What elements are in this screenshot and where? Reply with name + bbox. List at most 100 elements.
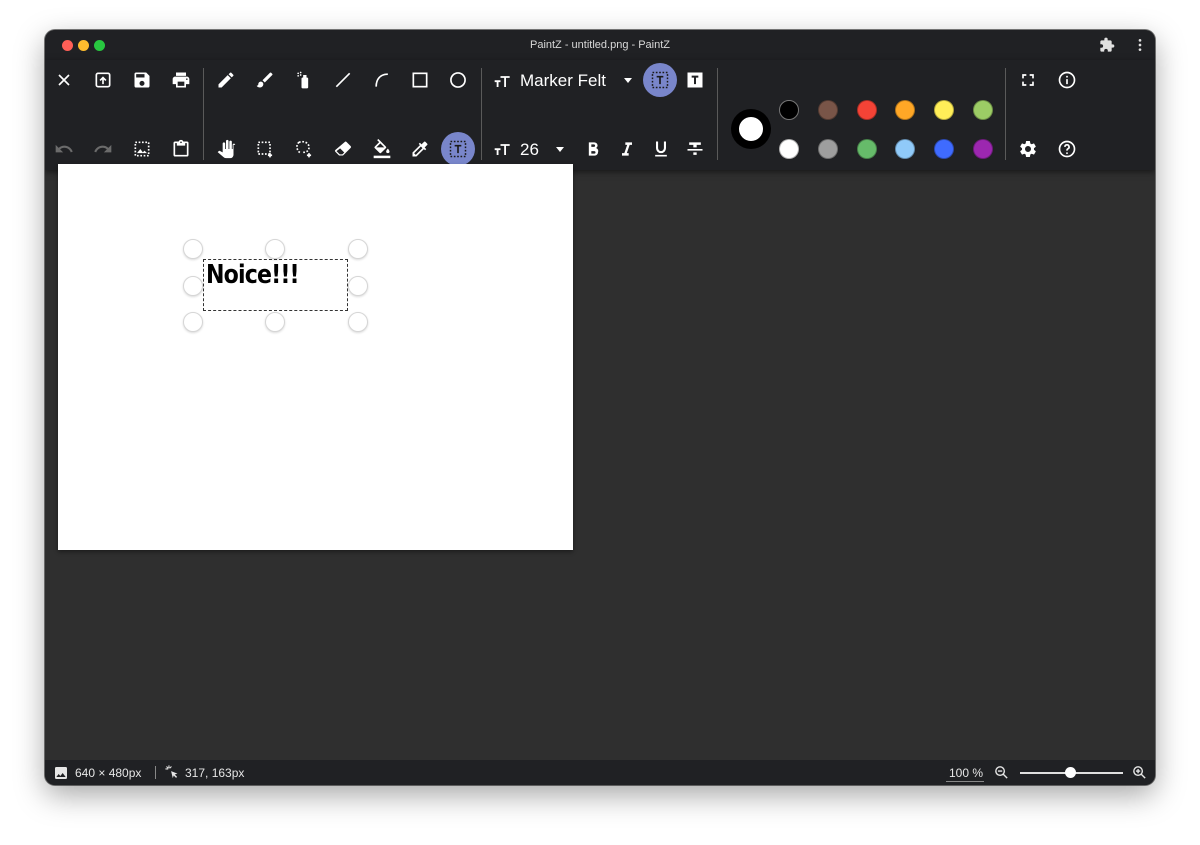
close-file-button[interactable] [47, 63, 81, 97]
color-swatch[interactable] [973, 100, 993, 120]
text-box-content[interactable]: Noice!!! [206, 260, 300, 290]
bold-button[interactable] [576, 132, 610, 166]
freeform-select-tool-button[interactable] [287, 132, 321, 166]
brush-icon [256, 72, 273, 88]
color-swatch[interactable] [779, 100, 799, 120]
current-color-indicator[interactable] [732, 110, 770, 148]
help-button[interactable] [1050, 132, 1084, 166]
font-size-select[interactable]: 26 [520, 140, 539, 160]
print-button[interactable] [164, 63, 198, 97]
text-opaque-bg-button[interactable] [678, 63, 712, 97]
info-icon [1058, 71, 1076, 89]
image-size-label: 640 × 480px [75, 766, 142, 780]
color-swatch[interactable] [934, 139, 955, 159]
drawing-canvas[interactable]: Noice!!! [58, 164, 573, 550]
image-properties-button[interactable] [125, 132, 159, 166]
text-box[interactable]: Noice!!! [203, 259, 348, 311]
color-swatch[interactable] [817, 100, 838, 120]
status-separator [155, 766, 156, 779]
zoom-level-underline [946, 781, 984, 782]
extensions-icon[interactable] [1099, 37, 1115, 53]
ellipse-tool-button[interactable] [441, 63, 475, 97]
close-icon [58, 74, 70, 86]
rect-select-icon [257, 141, 273, 158]
pencil-icon [218, 72, 234, 88]
underline-button[interactable] [644, 132, 678, 166]
resize-handle-se[interactable] [348, 312, 368, 332]
color-swatch[interactable] [934, 100, 955, 120]
text-select-icon [449, 140, 467, 158]
lasso-select-icon [296, 140, 312, 158]
resize-handle-e[interactable] [348, 276, 368, 296]
color-swatch[interactable] [856, 100, 877, 120]
open-file-button[interactable] [86, 63, 120, 97]
italic-button[interactable] [610, 132, 644, 166]
color-swatch[interactable] [895, 139, 916, 159]
color-swatch[interactable] [856, 139, 877, 159]
strikethrough-icon [687, 142, 703, 155]
paste-button[interactable] [164, 132, 198, 166]
separator [203, 68, 204, 160]
image-properties-icon [134, 141, 150, 157]
italic-icon [622, 142, 632, 156]
image-icon [53, 765, 69, 784]
line-icon [335, 72, 351, 88]
zoom-level-input[interactable]: 100 % [949, 766, 983, 780]
pan-tool-button[interactable] [209, 132, 243, 166]
font-family-dropdown-icon[interactable] [624, 78, 632, 83]
title-bar: PaintZ - untitled.png - PaintZ [45, 30, 1155, 60]
color-swatch[interactable] [973, 139, 993, 159]
color-swatch[interactable] [817, 139, 838, 159]
resize-handle-ne[interactable] [348, 239, 368, 259]
zoom-out-icon[interactable] [993, 764, 1010, 784]
line-tool-button[interactable] [326, 63, 360, 97]
text-opaque-icon [687, 72, 703, 88]
about-button[interactable] [1050, 63, 1084, 97]
font-family-select[interactable]: Marker Felt [520, 71, 606, 91]
curve-tool-button[interactable] [365, 63, 399, 97]
rectangle-icon [412, 72, 428, 88]
curve-icon [375, 73, 388, 87]
color-swatch[interactable] [779, 139, 799, 159]
save-icon [134, 72, 150, 88]
cursor-icon [164, 764, 181, 784]
color-picker-tool-button[interactable] [403, 132, 437, 166]
font-size-dropdown-icon[interactable] [556, 147, 564, 152]
save-button[interactable] [125, 63, 159, 97]
text-tool-button[interactable] [441, 132, 475, 166]
strikethrough-button[interactable] [678, 132, 712, 166]
zoom-in-icon[interactable] [1131, 764, 1148, 784]
rectangle-tool-button[interactable] [403, 63, 437, 97]
fullscreen-button[interactable] [1011, 63, 1045, 97]
app-window: PaintZ - untitled.png - PaintZ Marker Fe… [45, 30, 1155, 785]
help-icon [1058, 140, 1076, 158]
rect-select-tool-button[interactable] [248, 132, 282, 166]
separator [717, 68, 718, 160]
redo-button[interactable] [86, 132, 120, 166]
settings-button[interactable] [1011, 132, 1045, 166]
resize-handle-s[interactable] [265, 312, 285, 332]
hand-icon [217, 139, 236, 159]
fill-tool-button[interactable] [365, 132, 399, 166]
brush-tool-button[interactable] [248, 63, 282, 97]
clipboard-icon [173, 139, 189, 157]
resize-handle-n[interactable] [265, 239, 285, 259]
toolbar: Marker Felt 26 [45, 60, 1155, 170]
undo-icon [55, 144, 73, 153]
open-icon [95, 72, 111, 88]
underline-icon [655, 141, 667, 157]
pencil-tool-button[interactable] [209, 63, 243, 97]
text-transparent-bg-button[interactable] [643, 63, 677, 97]
font-size-icon [493, 140, 513, 165]
undo-button[interactable] [47, 132, 81, 166]
cursor-position-label: 317, 163px [185, 766, 245, 780]
resize-handle-nw[interactable] [183, 239, 203, 259]
resize-handle-sw[interactable] [183, 312, 203, 332]
zoom-slider-thumb[interactable] [1065, 767, 1076, 778]
redo-icon [94, 144, 112, 153]
more-options-icon[interactable] [1132, 37, 1148, 53]
resize-handle-w[interactable] [183, 276, 203, 296]
eraser-tool-button[interactable] [326, 132, 360, 166]
color-swatch[interactable] [895, 100, 916, 120]
airbrush-tool-button[interactable] [287, 63, 321, 97]
